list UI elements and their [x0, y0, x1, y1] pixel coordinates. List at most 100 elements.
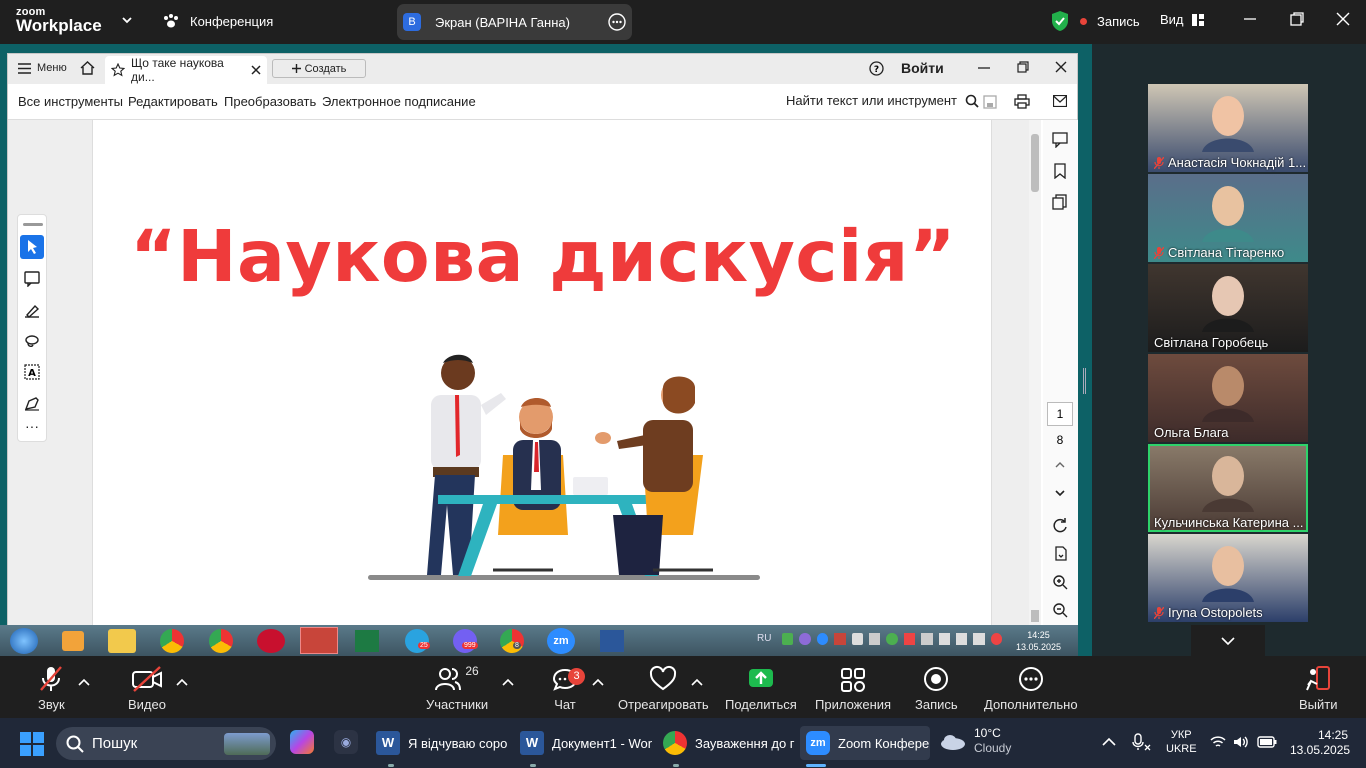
viber-icon[interactable] [453, 629, 477, 653]
tray-icon[interactable] [886, 633, 898, 645]
record-button[interactable]: Запись [915, 664, 958, 712]
audio-button[interactable]: Звук [38, 664, 65, 712]
tray-icon[interactable] [851, 633, 863, 645]
minimize-icon[interactable] [978, 62, 990, 74]
menu-button[interactable]: Меню [18, 62, 67, 74]
tray-chevron-up-icon[interactable] [1102, 737, 1116, 746]
taskbar-search[interactable]: Пошук [56, 727, 276, 760]
weather-widget[interactable]: 10°C Cloudy [940, 726, 1011, 756]
copilot-icon[interactable] [290, 730, 314, 754]
battery-icon[interactable] [1257, 736, 1277, 748]
zoom-out-icon[interactable] [1053, 603, 1068, 618]
save-icon[interactable] [983, 95, 997, 109]
tray-icon[interactable] [868, 633, 881, 645]
chevron-down-icon[interactable] [121, 14, 133, 26]
print-icon[interactable] [1014, 94, 1030, 109]
tray-icon[interactable] [816, 633, 829, 645]
tray-icon[interactable] [955, 633, 968, 645]
windows-start-icon[interactable] [20, 732, 44, 756]
tray-icon[interactable] [973, 633, 985, 645]
comments-panel-icon[interactable] [1052, 132, 1068, 148]
chevron-up-icon[interactable] [691, 678, 703, 686]
signin-button[interactable]: Войти [901, 60, 944, 76]
microphone-icon[interactable] [1131, 733, 1151, 751]
share-button[interactable]: Поделиться [725, 664, 797, 712]
scroll-thumb[interactable] [1031, 134, 1039, 192]
shared-clock[interactable]: 14:25 13.05.2025 [1016, 629, 1061, 653]
tool-convert[interactable]: Преобразовать [224, 94, 316, 109]
bookmarks-icon[interactable] [1052, 163, 1068, 179]
more-tools-icon[interactable]: ··· [25, 418, 39, 434]
video-button[interactable]: Видео [128, 664, 166, 712]
windows-start-icon[interactable] [10, 628, 38, 654]
close-icon[interactable] [1336, 12, 1350, 26]
word-icon[interactable] [600, 630, 624, 652]
zoom-taskbar-icon[interactable]: zm [547, 628, 575, 654]
volume-icon[interactable] [1233, 735, 1249, 749]
chevron-up-icon[interactable] [502, 678, 514, 686]
view-button[interactable]: Вид [1160, 12, 1204, 27]
chrome-icon[interactable] [500, 629, 524, 653]
select-tool-icon[interactable] [20, 235, 44, 259]
tray-icon[interactable] [834, 633, 846, 645]
close-icon[interactable] [1055, 61, 1067, 73]
taskbar-app-chrome[interactable]: Зауваження до г [663, 726, 795, 760]
tab-close-icon[interactable] [251, 65, 261, 75]
chevron-up-icon[interactable] [592, 678, 604, 686]
taskbar-app-word-2[interactable]: W Документ1 - Wor [520, 726, 652, 760]
chevron-up-icon[interactable] [78, 678, 90, 686]
taskbar-app-word-1[interactable]: W Я відчуваю соро [376, 726, 507, 760]
restore-icon[interactable] [1017, 61, 1029, 73]
wifi-icon[interactable] [1210, 735, 1226, 749]
tray-icon[interactable] [990, 633, 1003, 645]
rotate-icon[interactable] [1053, 518, 1068, 533]
tool-edit[interactable]: Редактировать [128, 94, 218, 109]
widgets-icon[interactable]: ◉ [334, 730, 358, 754]
comment-tool-icon[interactable] [24, 271, 40, 287]
mail-icon[interactable] [1053, 95, 1067, 107]
sign-tool-icon[interactable] [24, 395, 40, 411]
help-icon[interactable]: ? [869, 61, 884, 76]
participants-button[interactable]: 26 Участники [426, 664, 488, 712]
page-fit-icon[interactable] [1053, 546, 1068, 561]
zoom-in-icon[interactable] [1053, 575, 1068, 590]
tray-icon[interactable] [921, 633, 933, 645]
highlight-tool-icon[interactable] [24, 302, 40, 318]
vertical-scrollbar[interactable] [1029, 120, 1041, 625]
next-page-icon[interactable] [1054, 488, 1066, 498]
participant-tile[interactable]: Світлана Тітаренко [1148, 174, 1308, 262]
participant-tile[interactable]: Світлана Горобець [1148, 264, 1308, 352]
document-tab[interactable]: Що таке наукова ди... [105, 56, 267, 84]
chrome-icon[interactable] [209, 629, 233, 653]
opera-icon[interactable] [257, 629, 285, 653]
apps-button[interactable]: Приложения [815, 664, 891, 712]
page-number-input[interactable]: 1 [1047, 402, 1073, 426]
chrome-icon[interactable] [160, 629, 184, 653]
excel-icon[interactable] [355, 630, 379, 652]
taskbar-app-zoom[interactable]: zm Zoom Конфере [800, 726, 930, 760]
scroll-down-icon[interactable] [1031, 610, 1039, 622]
text-box-tool-icon[interactable]: A [24, 364, 40, 380]
clock[interactable]: 14:25 13.05.2025 [1290, 728, 1350, 758]
more-dots-icon[interactable] [608, 13, 626, 31]
participant-tile[interactable]: Кульчинська Катерина ... [1148, 444, 1308, 532]
tray-icon[interactable] [782, 633, 794, 645]
drag-handle[interactable] [23, 223, 43, 226]
tray-icon[interactable] [903, 633, 916, 645]
explorer-icon[interactable] [108, 629, 136, 653]
more-button[interactable]: Дополнительно [984, 664, 1078, 712]
screen-share-indicator[interactable]: B Экран (ВАРІНА Ганна) [397, 4, 632, 40]
tray-icon[interactable] [938, 633, 950, 645]
participant-tile[interactable]: Iryna Ostopolets [1148, 534, 1308, 622]
media-player-icon[interactable] [62, 631, 84, 651]
telegram-icon[interactable] [405, 629, 429, 653]
leave-button[interactable]: Выйти [1299, 664, 1338, 712]
meeting-info-button[interactable]: Конференция [162, 13, 273, 29]
acrobat-taskbar-icon[interactable] [300, 627, 338, 654]
participant-tile[interactable]: Ольга Блага [1148, 354, 1308, 442]
language-indicator[interactable]: RU [757, 633, 771, 644]
chevron-up-icon[interactable] [176, 678, 188, 686]
tool-esign[interactable]: Электронное подписание [322, 94, 476, 109]
star-icon[interactable] [111, 63, 125, 77]
tool-all-tools[interactable]: Все инструменты [18, 94, 123, 109]
